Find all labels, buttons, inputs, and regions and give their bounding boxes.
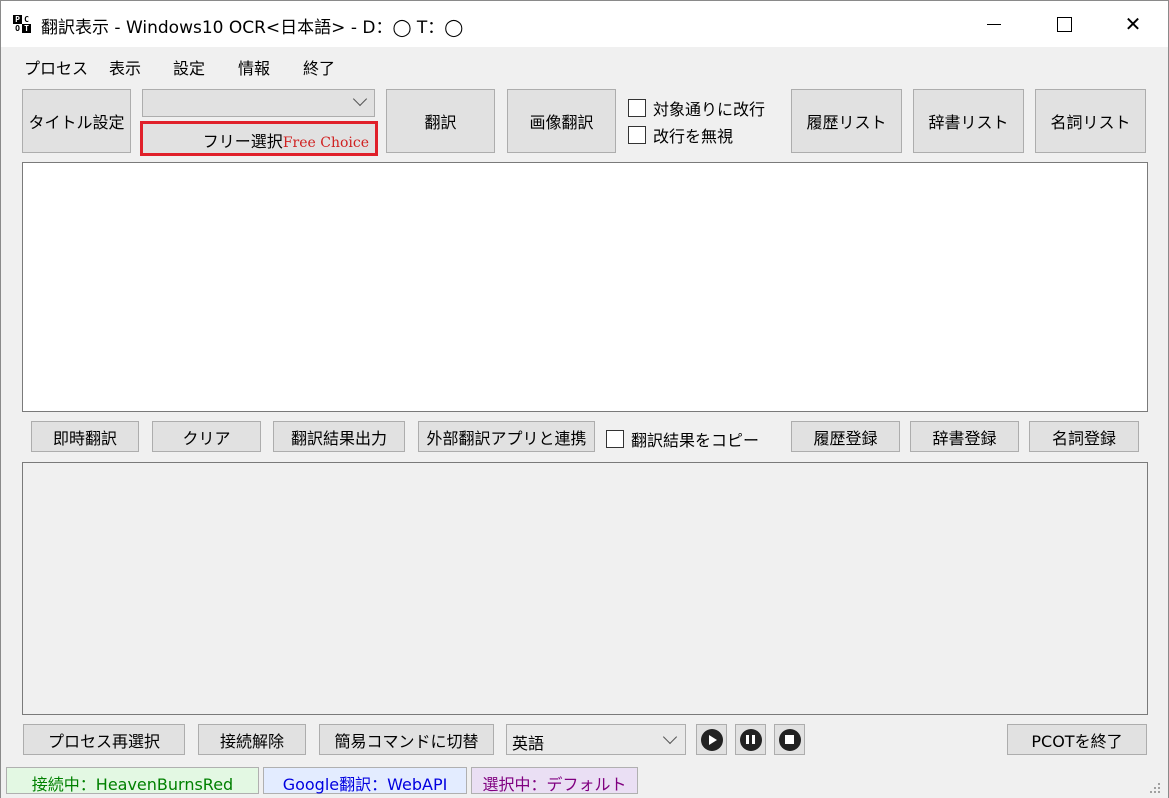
- checkbox-label: 改行を無視: [653, 127, 734, 146]
- checkbox-box[interactable]: [628, 126, 646, 144]
- window-title: 翻訳表示 - Windows10 OCR<日本語> - D：◯ T：◯: [41, 18, 464, 38]
- disconnect-button[interactable]: 接続解除: [198, 724, 306, 755]
- source-text-area[interactable]: [22, 162, 1148, 412]
- checkbox-label: 翻訳結果をコピー: [631, 431, 760, 450]
- maximize-button[interactable]: [1029, 1, 1099, 47]
- switch-simple-command-button[interactable]: 簡易コマンドに切替: [319, 724, 494, 755]
- image-translate-button[interactable]: 画像翻訳: [507, 89, 616, 153]
- pcot-app-icon: P C O T: [13, 15, 31, 33]
- status-bar: 接続中：HeavenBurnsRed Google翻訳：WebAPI 選択中：デ…: [1, 761, 1168, 798]
- pause-button[interactable]: [735, 724, 766, 755]
- close-icon: ✕: [1124, 12, 1142, 36]
- menu-view[interactable]: 表示: [109, 55, 141, 79]
- checkbox-box[interactable]: [628, 99, 646, 117]
- pause-icon: [739, 728, 762, 751]
- free-choice-button[interactable]: フリー選択Free Choice: [140, 121, 378, 156]
- external-app-button[interactable]: 外部翻訳アプリと連携: [418, 421, 595, 452]
- checkbox-label: 対象通りに改行: [653, 100, 766, 119]
- menu-settings[interactable]: 設定: [173, 55, 205, 79]
- menu-exit[interactable]: 終了: [303, 55, 335, 79]
- output-result-button[interactable]: 翻訳結果出力: [273, 421, 405, 452]
- status-connection: 接続中：HeavenBurnsRed: [6, 767, 259, 794]
- language-select-value: 英語: [512, 734, 545, 753]
- chevron-down-icon: [662, 729, 678, 745]
- play-icon: [700, 728, 723, 751]
- stop-button[interactable]: [774, 724, 805, 755]
- chevron-down-icon: [352, 91, 368, 107]
- noun-list-button[interactable]: 名詞リスト: [1035, 89, 1146, 153]
- clear-button[interactable]: クリア: [152, 421, 261, 452]
- title-setting-button[interactable]: タイトル設定: [22, 89, 131, 153]
- minimize-icon: [987, 23, 1001, 25]
- free-choice-label: フリー選択: [202, 132, 283, 151]
- result-text-area[interactable]: [22, 462, 1148, 715]
- menu-info[interactable]: 情報: [238, 55, 270, 79]
- history-list-button[interactable]: 履歴リスト: [791, 89, 902, 153]
- menu-bar: プロセス 表示 設定 情報 終了: [1, 47, 1168, 83]
- linebreak-as-target-checkbox[interactable]: 対象通りに改行: [628, 96, 765, 120]
- reselect-process-button[interactable]: プロセス再選択: [23, 724, 185, 755]
- maximize-icon: [1056, 16, 1072, 32]
- exit-pcot-button[interactable]: PCOTを終了: [1007, 724, 1147, 755]
- language-select[interactable]: 英語: [506, 724, 686, 755]
- close-button[interactable]: ✕: [1098, 1, 1168, 47]
- title-combo[interactable]: [142, 89, 375, 117]
- instant-translate-button[interactable]: 即時翻訳: [31, 421, 139, 452]
- play-button[interactable]: [696, 724, 727, 755]
- register-noun-button[interactable]: 名詞登録: [1029, 421, 1139, 452]
- stop-icon: [778, 728, 801, 751]
- dictionary-list-button[interactable]: 辞書リスト: [913, 89, 1024, 153]
- title-bar: P C O T 翻訳表示 - Windows10 OCR<日本語> - D：◯ …: [1, 1, 1168, 47]
- minimize-button[interactable]: [959, 1, 1029, 47]
- status-selection: 選択中：デフォルト: [471, 767, 638, 794]
- translate-button[interactable]: 翻訳: [386, 89, 495, 153]
- resize-grip-icon[interactable]: [1148, 781, 1162, 795]
- menu-process[interactable]: プロセス: [24, 55, 88, 79]
- register-dictionary-button[interactable]: 辞書登録: [910, 421, 1019, 452]
- checkbox-box[interactable]: [606, 430, 624, 448]
- copy-result-checkbox[interactable]: 翻訳結果をコピー: [606, 427, 759, 451]
- ignore-linebreak-checkbox[interactable]: 改行を無視: [628, 123, 733, 147]
- status-translator: Google翻訳：WebAPI: [263, 767, 467, 794]
- register-history-button[interactable]: 履歴登録: [791, 421, 900, 452]
- free-choice-en-label: Free Choice: [282, 135, 369, 151]
- app-window: P C O T 翻訳表示 - Windows10 OCR<日本語> - D：◯ …: [0, 0, 1169, 798]
